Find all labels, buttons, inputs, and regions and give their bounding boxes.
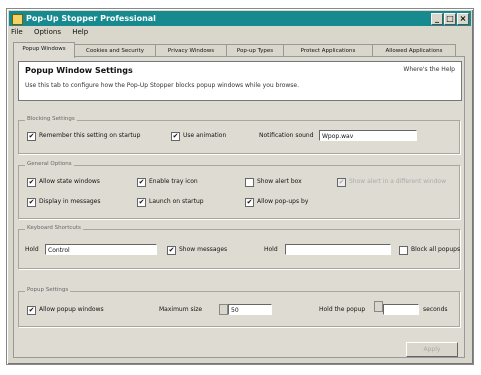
group-blocking: Blocking Settings ✔ Remember this settin… (18, 116, 460, 154)
checkbox-use-animation[interactable]: ✔ (171, 132, 180, 141)
max-size-stepper[interactable] (219, 304, 228, 315)
checkbox-label: Show alert box (257, 178, 302, 185)
tab-strip: Popup Windows Cookies and Security Priva… (13, 42, 467, 58)
checkbox-label: Show messages (179, 246, 228, 253)
tab-popup-windows[interactable]: Popup Windows (13, 42, 75, 58)
checkbox-label: Show alert in a different window (349, 178, 446, 185)
sound-label: Notification sound (259, 132, 314, 139)
group-general: General Options ✔ Allow state windows ✔ … (18, 161, 460, 219)
menu-options[interactable]: Options (34, 28, 61, 36)
apply-button[interactable]: Apply (406, 342, 458, 357)
header-description: Use this tab to configure how the Pop-Up… (25, 82, 300, 89)
hotkey-field-2[interactable] (285, 244, 391, 255)
menu-file[interactable]: File (11, 28, 23, 36)
group-popup: Popup Settings ✔ Allow popup windows Max… (18, 287, 460, 327)
minimize-icon[interactable]: _ (431, 13, 443, 25)
group-label: Blocking Settings (25, 116, 77, 122)
header-title: Popup Window Settings (25, 66, 133, 75)
checkbox-label: Remember this setting on startup (39, 132, 141, 139)
title-bar[interactable]: Pop-Up Stopper Professional _ □ × (9, 11, 471, 26)
checkbox-allow-popups-by[interactable]: ✔ (245, 198, 254, 207)
checkbox-allow-popup-windows[interactable]: ✔ (27, 306, 36, 315)
maximize-icon[interactable]: □ (444, 13, 456, 25)
checkbox-label: Block all popups (411, 246, 461, 253)
hold-label: Hold the popup (319, 306, 366, 313)
group-label: General Options (25, 161, 74, 167)
menu-help[interactable]: Help (72, 28, 88, 36)
checkbox-label: Allow pop-ups by (257, 198, 309, 205)
sound-field[interactable]: Wpop.wav (319, 130, 417, 141)
help-link[interactable]: Where's the Help (403, 66, 455, 73)
app-icon (12, 14, 23, 25)
group-label: Keyboard Shortcuts (25, 225, 83, 231)
checkbox-block-all-popups[interactable] (399, 246, 408, 255)
checkbox-label: Launch on startup (149, 198, 204, 205)
checkbox-allow-state-windows[interactable]: ✔ (27, 178, 36, 187)
window-title: Pop-Up Stopper Professional (26, 14, 156, 23)
checkbox-enable-tray-icon[interactable]: ✔ (137, 178, 146, 187)
close-icon[interactable]: × (457, 13, 469, 25)
main-window: Pop-Up Stopper Professional _ □ × File O… (6, 8, 474, 365)
checkbox-show-alert-different-window[interactable]: ✔ (337, 178, 346, 187)
info-header: Popup Window Settings Where's the Help U… (18, 61, 462, 101)
checkbox-launch-on-startup[interactable]: ✔ (137, 198, 146, 207)
checkbox-label: Display in messages (39, 198, 101, 205)
checkbox-label: Allow popup windows (39, 306, 104, 313)
hotkey-label: Hold (264, 246, 278, 253)
seconds-label: seconds (423, 306, 448, 313)
tab-pane: Popup Window Settings Where's the Help U… (13, 56, 465, 358)
checkbox-show-messages[interactable]: ✔ (167, 246, 176, 255)
hold-stepper[interactable] (374, 301, 383, 312)
checkbox-label: Use animation (183, 132, 227, 139)
hotkey-field-1[interactable]: Control (45, 244, 157, 255)
max-size-label: Maximum size (159, 306, 203, 313)
checkbox-label: Allow state windows (39, 178, 100, 185)
hotkey-label: Hold (25, 246, 39, 253)
checkbox-remember-setting[interactable]: ✔ (27, 132, 36, 141)
menu-bar: File Options Help (11, 28, 97, 39)
checkbox-label: Enable tray icon (149, 178, 198, 185)
checkbox-show-alert-box[interactable] (245, 178, 254, 187)
hold-field[interactable] (383, 304, 419, 315)
checkbox-display-in-messages[interactable]: ✔ (27, 198, 36, 207)
group-hotkeys: Keyboard Shortcuts Hold Control ✔ Show m… (18, 225, 461, 269)
group-label: Popup Settings (25, 287, 71, 293)
max-size-field[interactable]: 50 (228, 304, 272, 315)
